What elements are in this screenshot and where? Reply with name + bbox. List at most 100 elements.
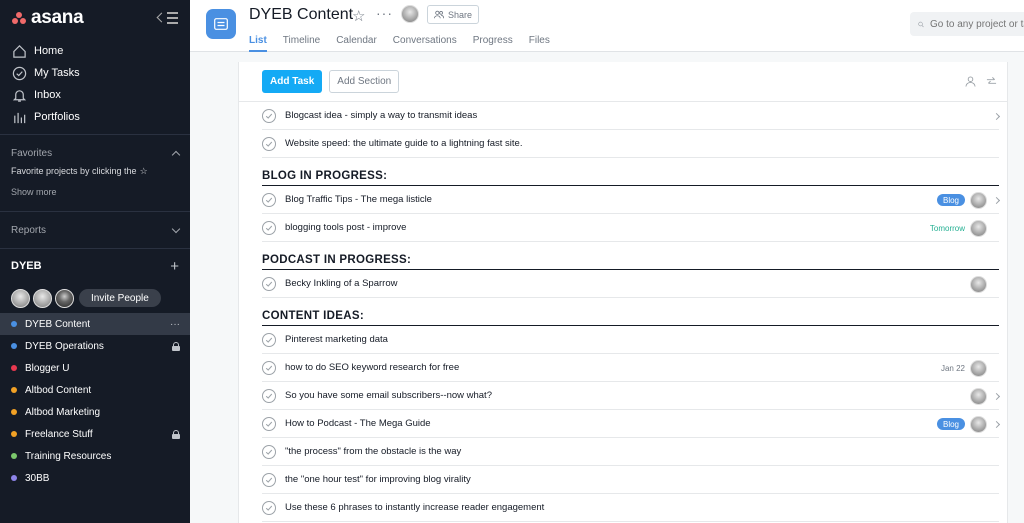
avatar[interactable] <box>11 288 30 308</box>
complete-checkbox-icon[interactable] <box>262 360 276 375</box>
task-row[interactable]: Blog Traffic Tips - The mega listicle Blo… <box>262 186 1001 214</box>
sidebar-item-my-tasks[interactable]: My Tasks <box>0 62 190 84</box>
task-row[interactable]: Pinterest marketing data <box>262 326 999 354</box>
task-row[interactable]: Becky Inkling of a Sparrow <box>262 270 999 298</box>
tab-calendar[interactable]: Calendar <box>328 30 385 50</box>
task-row[interactable]: How to Podcast - The Mega Guide Blog <box>262 410 1001 438</box>
assignee-avatar[interactable] <box>970 415 987 433</box>
share-button[interactable]: Share <box>427 5 480 24</box>
complete-checkbox-icon[interactable] <box>262 472 276 487</box>
sidebar-item-inbox[interactable]: Inbox <box>0 84 190 106</box>
task-name[interactable]: Blog Traffic Tips - The mega listicle <box>285 194 432 205</box>
avatar[interactable] <box>401 5 419 23</box>
sidebar-project-item[interactable]: Freelance Stuff <box>0 423 190 445</box>
project-color-dot <box>11 321 17 327</box>
task-row[interactable]: Use these 6 phrases to instantly increas… <box>262 494 999 522</box>
tab-conversations[interactable]: Conversations <box>385 30 465 50</box>
sidebar-item-home[interactable]: Home <box>0 40 190 62</box>
task-row[interactable]: "the process" from the obstacle is the w… <box>262 438 999 466</box>
task-row[interactable]: how to do SEO keyword research for free J… <box>262 354 999 382</box>
sidebar-project-item[interactable]: 30BB <box>0 467 190 489</box>
section-header[interactable]: PODCAST IN PROGRESS: <box>262 242 999 270</box>
tab-progress[interactable]: Progress <box>465 30 521 50</box>
task-row[interactable]: blogging tools post - improve Tomorrow <box>262 214 999 242</box>
complete-checkbox-icon[interactable] <box>262 416 276 431</box>
add-task-button[interactable]: Add Task <box>262 70 323 93</box>
assignee-avatar[interactable] <box>970 359 987 377</box>
search-bar[interactable] <box>910 12 1024 36</box>
task-name[interactable]: Website speed: the ultimate guide to a l… <box>285 138 522 149</box>
invite-people-button[interactable]: Invite People <box>79 289 161 307</box>
sidebar-project-item[interactable]: DYEB Operations <box>0 335 190 357</box>
project-color-dot <box>11 387 17 393</box>
task-name[interactable]: So you have some email subscribers--now … <box>285 390 492 401</box>
asana-logo-icon <box>12 12 26 24</box>
chevron-up-icon[interactable] <box>171 150 181 159</box>
due-date[interactable]: Jan 22 <box>941 364 965 373</box>
complete-checkbox-icon[interactable] <box>262 108 276 123</box>
person-icon[interactable] <box>965 76 976 87</box>
task-name[interactable]: Blogcast idea - simply a way to transmit… <box>285 110 477 121</box>
sidebar-project-item[interactable]: Altbod Marketing <box>0 401 190 423</box>
task-row[interactable]: So you have some email subscribers--now … <box>262 382 1001 410</box>
asana-logo[interactable]: asana <box>12 7 84 29</box>
assignee-avatar[interactable] <box>970 191 987 209</box>
task-row[interactable]: Website speed: the ultimate guide to a l… <box>262 130 999 158</box>
task-tag[interactable]: Blog <box>936 418 965 430</box>
reports-header[interactable]: Reports <box>0 212 190 248</box>
sidebar-project-item[interactable]: Altbod Content <box>0 379 190 401</box>
more-icon[interactable]: ··· <box>376 5 393 21</box>
sidebar-project-item[interactable]: Blogger U <box>0 357 190 379</box>
assignee-avatar[interactable] <box>970 275 987 293</box>
tab-list[interactable]: List <box>249 30 275 52</box>
task-name[interactable]: Becky Inkling of a Sparrow <box>285 278 397 289</box>
plus-icon[interactable]: + <box>170 258 179 275</box>
complete-checkbox-icon[interactable] <box>262 500 276 515</box>
lock-wrapper <box>172 335 180 357</box>
task-row[interactable]: the "one hour test" for improving blog v… <box>262 466 999 494</box>
sidebar-project-item[interactable]: Training Resources <box>0 445 190 467</box>
assignee-avatar[interactable] <box>970 219 987 237</box>
more-icon[interactable]: ··· <box>170 313 180 335</box>
tab-timeline[interactable]: Timeline <box>275 30 328 50</box>
assignee-avatar[interactable] <box>970 387 987 405</box>
task-name[interactable]: Use these 6 phrases to instantly increas… <box>285 502 544 513</box>
sidebar-project-item[interactable]: DYEB Content ··· <box>0 313 190 335</box>
complete-checkbox-icon[interactable] <box>262 220 276 235</box>
avatar[interactable] <box>55 288 74 308</box>
task-name[interactable]: "the process" from the obstacle is the w… <box>285 446 461 457</box>
complete-checkbox-icon[interactable] <box>262 136 276 151</box>
team-members: Invite People <box>0 283 190 313</box>
sort-icon[interactable] <box>986 76 997 87</box>
chevron-right-icon[interactable] <box>992 420 1001 428</box>
collapse-sidebar-icon[interactable] <box>158 11 178 25</box>
complete-checkbox-icon[interactable] <box>262 276 276 291</box>
search-icon <box>918 21 924 27</box>
tab-files[interactable]: Files <box>521 30 558 50</box>
avatar[interactable] <box>33 288 52 308</box>
task-name[interactable]: Pinterest marketing data <box>285 334 388 345</box>
search-input[interactable] <box>930 18 1024 30</box>
complete-checkbox-icon[interactable] <box>262 332 276 347</box>
section-header[interactable]: BLOG IN PROGRESS: <box>262 158 999 186</box>
sidebar-item-portfolios[interactable]: Portfolios <box>0 106 190 128</box>
task-name[interactable]: blogging tools post - improve <box>285 222 406 233</box>
task-name[interactable]: how to do SEO keyword research for free <box>285 362 459 373</box>
task-name[interactable]: How to Podcast - The Mega Guide <box>285 418 431 429</box>
complete-checkbox-icon[interactable] <box>262 388 276 403</box>
chevron-right-icon[interactable] <box>992 112 1001 120</box>
star-icon[interactable]: ☆ <box>352 7 365 25</box>
team-header[interactable]: DYEB + <box>0 249 190 283</box>
task-tag[interactable]: Blog <box>936 194 965 206</box>
section-header[interactable]: CONTENT IDEAS: <box>262 298 999 326</box>
due-date[interactable]: Tomorrow <box>930 224 965 233</box>
chevron-right-icon[interactable] <box>992 196 1001 204</box>
task-row[interactable]: Blogcast idea - simply a way to transmit… <box>262 102 1001 130</box>
task-name[interactable]: the "one hour test" for improving blog v… <box>285 474 471 485</box>
complete-checkbox-icon[interactable] <box>262 192 276 207</box>
chevron-down-icon[interactable] <box>171 224 181 233</box>
show-more-link[interactable]: Show more <box>0 179 190 205</box>
chevron-right-icon[interactable] <box>992 392 1001 400</box>
complete-checkbox-icon[interactable] <box>262 444 276 459</box>
add-section-button[interactable]: Add Section <box>329 70 400 93</box>
